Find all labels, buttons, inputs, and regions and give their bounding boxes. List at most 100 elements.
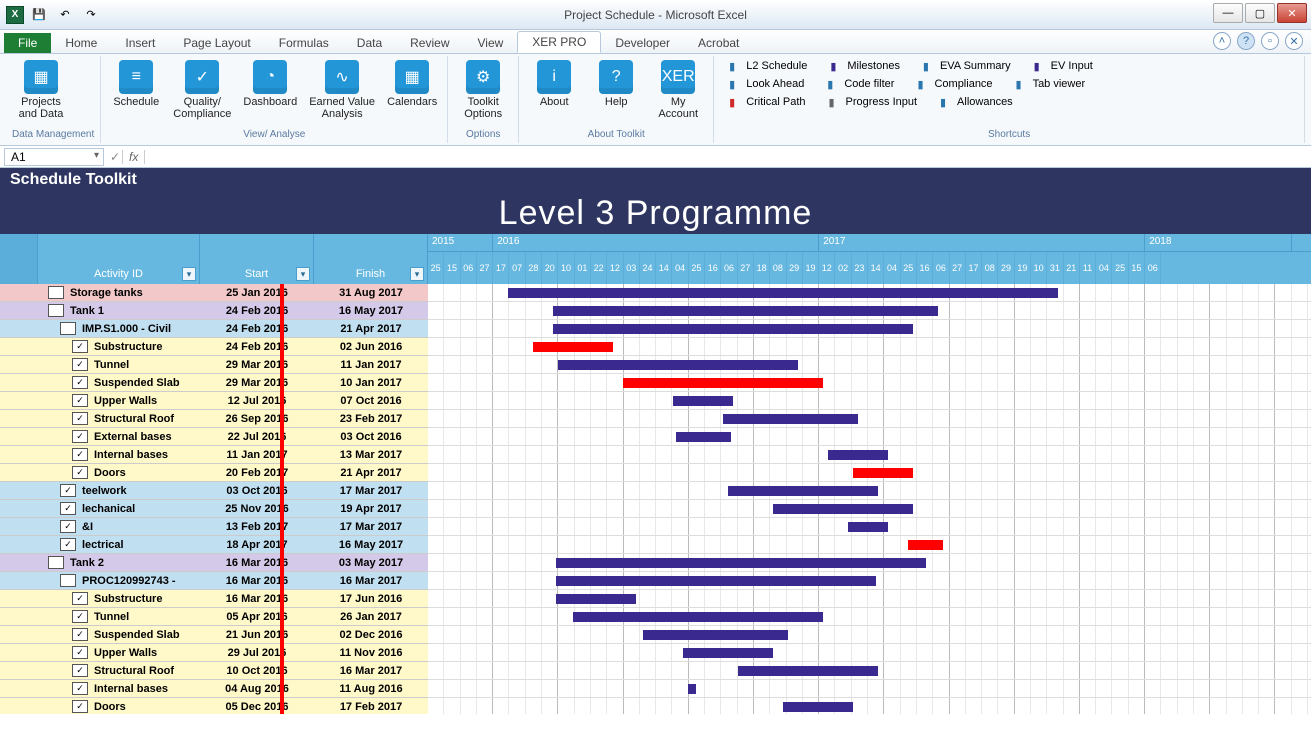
gantt-bar[interactable] — [676, 432, 731, 442]
gantt-bar[interactable] — [848, 522, 888, 532]
tab-formulas[interactable]: Formulas — [265, 33, 343, 53]
gantt-bar[interactable] — [553, 306, 938, 316]
task-row[interactable]: Storage tanks25 Jan 201631 Aug 2017 — [0, 284, 1311, 302]
gantt-bar[interactable] — [908, 540, 943, 550]
gantt-bar[interactable] — [508, 288, 1058, 298]
shortcut-critical-path[interactable]: ▮Critical Path — [720, 94, 809, 110]
checkbox[interactable]: ✓ — [72, 646, 88, 659]
toolkit-button[interactable]: ⚙ToolkitOptions — [454, 58, 512, 122]
checkbox[interactable]: ✓ — [60, 502, 76, 515]
ribbon-minimize-icon[interactable]: ˄ — [1213, 32, 1231, 50]
checkbox[interactable]: ✓ — [72, 340, 88, 353]
tab-developer[interactable]: Developer — [601, 33, 684, 53]
gantt-bar[interactable] — [556, 558, 926, 568]
task-row[interactable]: ✓&I13 Feb 201717 Mar 2017 — [0, 518, 1311, 536]
task-row[interactable]: ✓Structural Roof10 Oct 201616 Mar 2017 — [0, 662, 1311, 680]
filter-icon[interactable]: ▾ — [182, 267, 196, 281]
task-row[interactable]: ✓Internal bases04 Aug 201611 Aug 2016 — [0, 680, 1311, 698]
task-row[interactable]: PROC120992743 -16 Mar 201616 Mar 2017 — [0, 572, 1311, 590]
checkbox[interactable]: ✓ — [72, 592, 88, 605]
checkbox[interactable]: ✓ — [72, 358, 88, 371]
task-row[interactable]: ✓External bases22 Jul 201603 Oct 2016 — [0, 428, 1311, 446]
task-row[interactable]: ✓Structural Roof26 Sep 201623 Feb 2017 — [0, 410, 1311, 428]
maximize-button[interactable]: ▢ — [1245, 3, 1275, 23]
checkbox[interactable]: ✓ — [72, 664, 88, 677]
shortcut-code-filter[interactable]: ▮Code filter — [818, 76, 898, 92]
task-row[interactable]: ✓Doors05 Dec 201617 Feb 2017 — [0, 698, 1311, 714]
shortcut-look-ahead[interactable]: ▮Look Ahead — [720, 76, 808, 92]
task-row[interactable]: ✓Substructure24 Feb 201602 Jun 2016 — [0, 338, 1311, 356]
checkbox[interactable]: ✓ — [60, 538, 76, 551]
gantt-bar[interactable] — [783, 702, 853, 712]
task-row[interactable]: ✓lechanical25 Nov 201619 Apr 2017 — [0, 500, 1311, 518]
close-button[interactable]: ✕ — [1277, 3, 1307, 23]
checkbox[interactable]: ✓ — [72, 628, 88, 641]
dashboard-button[interactable]: ◔Dashboard — [239, 58, 301, 110]
gantt-bar[interactable] — [828, 450, 888, 460]
tab-acrobat[interactable]: Acrobat — [684, 33, 753, 53]
help-button[interactable]: ?Help — [587, 58, 645, 110]
help-icon[interactable]: ? — [1237, 32, 1255, 50]
task-row[interactable]: ✓Tunnel05 Apr 201626 Jan 2017 — [0, 608, 1311, 626]
checkbox[interactable]: ✓ — [60, 484, 76, 497]
qat-save-icon[interactable]: 💾 — [28, 4, 50, 26]
checkbox[interactable]: ✓ — [72, 376, 88, 389]
gantt-bar[interactable] — [573, 612, 823, 622]
tab-data[interactable]: Data — [343, 33, 396, 53]
task-row[interactable]: ✓teelwork03 Oct 201617 Mar 2017 — [0, 482, 1311, 500]
fx-icon[interactable]: fx — [122, 150, 145, 164]
qat-undo-icon[interactable]: ↶ — [54, 4, 76, 26]
gantt-bar[interactable] — [643, 630, 788, 640]
fx-cancel-icon[interactable]: ✓ — [108, 150, 122, 164]
checkbox[interactable] — [60, 574, 76, 587]
shortcut-compliance[interactable]: ▮Compliance — [908, 76, 996, 92]
gantt-bar[interactable] — [738, 666, 878, 676]
checkbox[interactable]: ✓ — [72, 430, 88, 443]
task-row[interactable]: ✓Upper Walls29 Jul 201611 Nov 2016 — [0, 644, 1311, 662]
quality-button[interactable]: ✓Quality/Compliance — [169, 58, 235, 122]
gantt-bar[interactable] — [556, 576, 876, 586]
schedule-button[interactable]: ≡Schedule — [107, 58, 165, 110]
checkbox[interactable] — [48, 304, 64, 317]
tab-page-layout[interactable]: Page Layout — [169, 33, 264, 53]
gantt-bar[interactable] — [533, 342, 613, 352]
gantt-bar[interactable] — [553, 324, 913, 334]
task-row[interactable]: Tank 216 Mar 201603 May 2017 — [0, 554, 1311, 572]
gantt-bar[interactable] — [723, 414, 858, 424]
task-row[interactable]: ✓Tunnel29 Mar 201611 Jan 2017 — [0, 356, 1311, 374]
filter-icon[interactable]: ▾ — [296, 267, 310, 281]
tab-review[interactable]: Review — [396, 33, 463, 53]
window-restore-icon[interactable]: ▫ — [1261, 32, 1279, 50]
checkbox[interactable]: ✓ — [72, 700, 88, 713]
task-row[interactable]: ✓Doors20 Feb 201721 Apr 2017 — [0, 464, 1311, 482]
projects-button[interactable]: ▦Projectsand Data — [12, 58, 70, 122]
task-row[interactable]: ✓Upper Walls12 Jul 201607 Oct 2016 — [0, 392, 1311, 410]
about-button[interactable]: iAbout — [525, 58, 583, 110]
checkbox[interactable]: ✓ — [72, 394, 88, 407]
task-row[interactable]: ✓lectrical18 Apr 201716 May 2017 — [0, 536, 1311, 554]
cal-button[interactable]: ▦Calendars — [383, 58, 441, 110]
shortcut-eva-summary[interactable]: ▮EVA Summary — [914, 58, 1015, 74]
shortcut-milestones[interactable]: ▮Milestones — [821, 58, 904, 74]
tab-insert[interactable]: Insert — [111, 33, 169, 53]
tab-home[interactable]: Home — [51, 33, 111, 53]
minimize-button[interactable]: — — [1213, 3, 1243, 23]
checkbox[interactable]: ✓ — [72, 448, 88, 461]
eva-button[interactable]: ∿Earned ValueAnalysis — [305, 58, 379, 122]
filter-icon[interactable]: ▾ — [410, 267, 424, 281]
gantt-bar[interactable] — [683, 648, 773, 658]
shortcut-ev-input[interactable]: ▮EV Input — [1025, 58, 1097, 74]
gantt-bar[interactable] — [623, 378, 823, 388]
account-button[interactable]: XERMyAccount — [649, 58, 707, 122]
task-row[interactable]: ✓Suspended Slab29 Mar 201610 Jan 2017 — [0, 374, 1311, 392]
checkbox[interactable]: ✓ — [72, 412, 88, 425]
task-row[interactable]: ✓Internal bases11 Jan 201713 Mar 2017 — [0, 446, 1311, 464]
checkbox[interactable]: ✓ — [72, 466, 88, 479]
tab-view[interactable]: View — [464, 33, 518, 53]
checkbox[interactable] — [60, 322, 76, 335]
gantt-bar[interactable] — [773, 504, 913, 514]
gantt-bar[interactable] — [673, 396, 733, 406]
shortcut-allowances[interactable]: ▮Allowances — [931, 94, 1017, 110]
checkbox[interactable] — [48, 286, 64, 299]
tab-xer-pro[interactable]: XER PRO — [517, 31, 601, 53]
